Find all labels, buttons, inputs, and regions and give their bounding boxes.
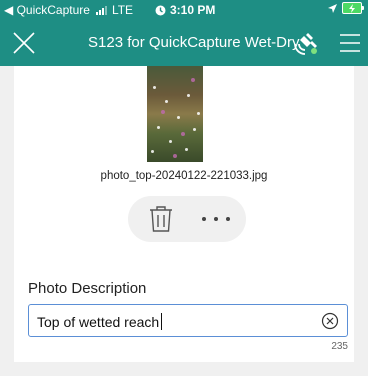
text-caret bbox=[161, 313, 163, 330]
photo-description-label: Photo Description bbox=[28, 280, 147, 297]
clear-text-icon[interactable] bbox=[321, 312, 339, 330]
photo-thumbnail[interactable] bbox=[147, 66, 203, 162]
status-right bbox=[327, 2, 364, 14]
photo-actions-pill bbox=[128, 196, 246, 242]
page-title: S123 for QuickCapture Wet-Dry bbox=[88, 34, 300, 51]
status-left: ◀ QuickCapture LTE bbox=[4, 3, 133, 17]
battery-charging-icon bbox=[342, 2, 364, 14]
status-time: 3:10 PM bbox=[155, 3, 215, 17]
trash-icon[interactable] bbox=[148, 205, 174, 233]
form-content: photo_top-20240122-221033.jpg Photo Desc… bbox=[0, 66, 368, 376]
hamburger-menu-icon[interactable] bbox=[338, 32, 362, 54]
alarm-icon bbox=[155, 5, 166, 15]
location-arrow-icon bbox=[328, 3, 337, 13]
signal-icon bbox=[95, 5, 107, 15]
network-label: LTE bbox=[111, 3, 134, 17]
remaining-char-count: 235 bbox=[331, 341, 348, 352]
back-to-app-link[interactable]: ◀ QuickCapture bbox=[4, 3, 90, 17]
photo-question-card: photo_top-20240122-221033.jpg Photo Desc… bbox=[14, 66, 354, 362]
photo-filename: photo_top-20240122-221033.jpg bbox=[100, 170, 268, 182]
more-dots-icon[interactable] bbox=[198, 210, 234, 228]
app-header: S123 for QuickCapture Wet-Dry bbox=[0, 20, 368, 66]
satellite-gps-icon[interactable] bbox=[291, 30, 319, 56]
photo-description-value: Top of wetted reach bbox=[37, 313, 163, 330]
clock-time: 3:10 PM bbox=[170, 3, 216, 17]
status-bar: ◀ QuickCapture LTE 3:10 PM bbox=[0, 0, 368, 20]
close-icon[interactable] bbox=[10, 29, 38, 57]
photo-description-input[interactable]: Top of wetted reach bbox=[28, 304, 348, 337]
